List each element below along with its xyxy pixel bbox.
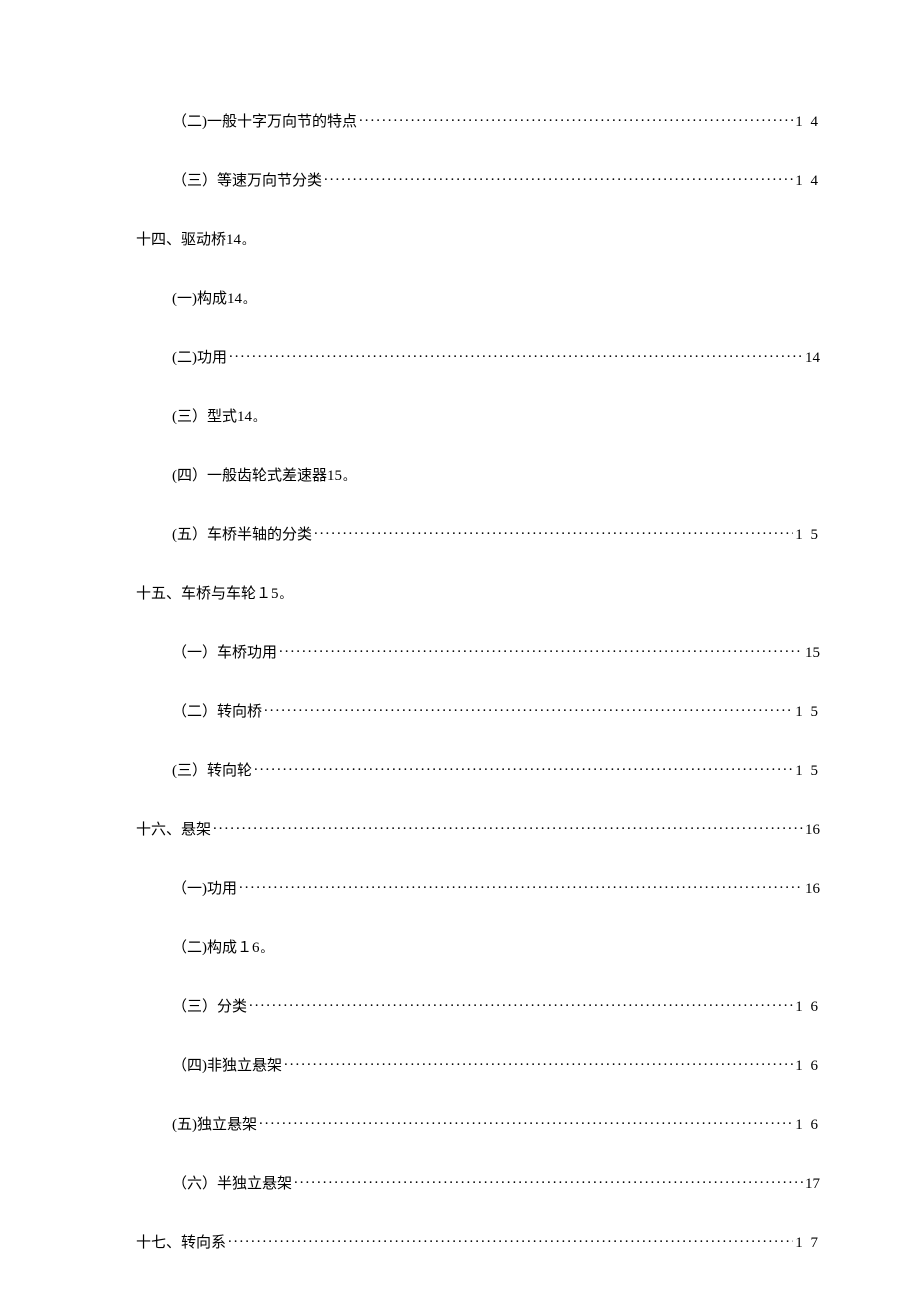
toc-entry-title: (五）车桥半轴的分类 bbox=[172, 523, 312, 544]
toc-entry: (三）型式14。 bbox=[100, 405, 820, 426]
toc-leader-dots bbox=[239, 878, 803, 893]
toc-entry-page: 1 6 bbox=[795, 1117, 820, 1134]
toc-entry: (五)独立悬架 1 6 bbox=[100, 1113, 820, 1134]
toc-entry: （四)非独立悬架 1 6 bbox=[100, 1054, 820, 1075]
toc-container: （二)一般十字万向节的特点1 4（三）等速万向节分类1 4十四、驱动桥14。(一… bbox=[100, 110, 820, 1252]
toc-leader-dots bbox=[279, 642, 803, 657]
toc-leader-dots bbox=[249, 996, 793, 1011]
toc-leader-dots bbox=[359, 111, 793, 126]
toc-entry-page: 15 bbox=[805, 645, 820, 662]
toc-entry-title: （二）转向桥 bbox=[172, 700, 262, 721]
toc-entry: （六）半独立悬架 17 bbox=[100, 1172, 820, 1193]
toc-entry-marker: 。 bbox=[253, 410, 265, 424]
toc-entry-title: (三）型式14 bbox=[172, 409, 252, 425]
toc-entry: 十六、悬架 16 bbox=[100, 818, 820, 839]
toc-entry-page: 1 6 bbox=[795, 1058, 820, 1075]
toc-entry: （二）转向桥 1 5 bbox=[100, 700, 820, 721]
toc-leader-dots bbox=[213, 819, 803, 834]
toc-entry-marker: 。 bbox=[261, 941, 273, 955]
toc-entry-title: （一）车桥功用 bbox=[172, 641, 277, 662]
toc-entry-page: 1 4 bbox=[795, 173, 820, 190]
toc-entry: （一)功用 16 bbox=[100, 877, 820, 898]
toc-entry-title: （六）半独立悬架 bbox=[172, 1172, 292, 1193]
toc-entry-page: 1 5 bbox=[795, 704, 820, 721]
toc-entry: (三）转向轮 1 5 bbox=[100, 759, 820, 780]
toc-entry-page: 1 7 bbox=[795, 1235, 820, 1252]
toc-entry: （三）分类 1 6 bbox=[100, 995, 820, 1016]
toc-entry-page: 16 bbox=[805, 822, 820, 839]
toc-entry: (二)功用 14 bbox=[100, 346, 820, 367]
toc-leader-dots bbox=[264, 701, 793, 716]
toc-entry-marker: 。 bbox=[243, 292, 255, 306]
toc-entry-page: 1 6 bbox=[795, 999, 820, 1016]
toc-entry: 十四、驱动桥14。 bbox=[100, 228, 820, 249]
toc-entry-page: 14 bbox=[805, 350, 820, 367]
toc-entry-page: 17 bbox=[805, 1176, 820, 1193]
toc-leader-dots bbox=[324, 170, 793, 185]
toc-leader-dots bbox=[294, 1173, 803, 1188]
toc-entry-title: （二)构成１6 bbox=[172, 940, 260, 956]
toc-entry: 十七、转向系 1 7 bbox=[100, 1231, 820, 1252]
toc-entry-title: 十七、转向系 bbox=[136, 1231, 226, 1252]
toc-entry: 十五、车桥与车轮１5。 bbox=[100, 582, 820, 603]
toc-entry-title: (二)功用 bbox=[172, 346, 227, 367]
toc-entry-title: 十五、车桥与车轮１5 bbox=[136, 586, 279, 602]
toc-entry-marker: 。 bbox=[343, 469, 355, 483]
toc-leader-dots bbox=[228, 1232, 793, 1247]
toc-entry-marker: 。 bbox=[242, 233, 254, 247]
toc-entry-title: (三）转向轮 bbox=[172, 759, 252, 780]
toc-leader-dots bbox=[284, 1055, 793, 1070]
toc-entry-title: (五)独立悬架 bbox=[172, 1113, 257, 1134]
toc-entry-title: （二)一般十字万向节的特点 bbox=[172, 110, 357, 131]
toc-entry: （二)构成１6。 bbox=[100, 936, 820, 957]
toc-entry-page: 16 bbox=[805, 881, 820, 898]
toc-entry: (四）一般齿轮式差速器15。 bbox=[100, 464, 820, 485]
toc-entry-title: （一)功用 bbox=[172, 877, 237, 898]
toc-entry: （三）等速万向节分类 1 4 bbox=[100, 169, 820, 190]
toc-leader-dots bbox=[229, 347, 803, 362]
toc-entry-title: （四)非独立悬架 bbox=[172, 1054, 282, 1075]
toc-entry-title: （三）分类 bbox=[172, 995, 247, 1016]
toc-leader-dots bbox=[259, 1114, 793, 1129]
toc-entry-marker: 。 bbox=[280, 587, 292, 601]
toc-entry: (五）车桥半轴的分类 1 5 bbox=[100, 523, 820, 544]
toc-entry-title: 十六、悬架 bbox=[136, 818, 211, 839]
toc-leader-dots bbox=[254, 760, 793, 775]
toc-entry: （二)一般十字万向节的特点 1 4 bbox=[100, 110, 820, 131]
toc-entry: （一）车桥功用 15 bbox=[100, 641, 820, 662]
toc-entry-title: (四）一般齿轮式差速器15 bbox=[172, 468, 342, 484]
toc-entry-page: 1 5 bbox=[795, 527, 820, 544]
toc-entry-title: 十四、驱动桥14 bbox=[136, 232, 241, 248]
toc-entry-title: (一)构成14 bbox=[172, 291, 242, 307]
toc-entry-page: 1 4 bbox=[795, 114, 820, 131]
toc-entry-page: 1 5 bbox=[795, 763, 820, 780]
toc-entry-title: （三）等速万向节分类 bbox=[172, 169, 322, 190]
toc-leader-dots bbox=[314, 524, 793, 539]
toc-entry: (一)构成14。 bbox=[100, 287, 820, 308]
